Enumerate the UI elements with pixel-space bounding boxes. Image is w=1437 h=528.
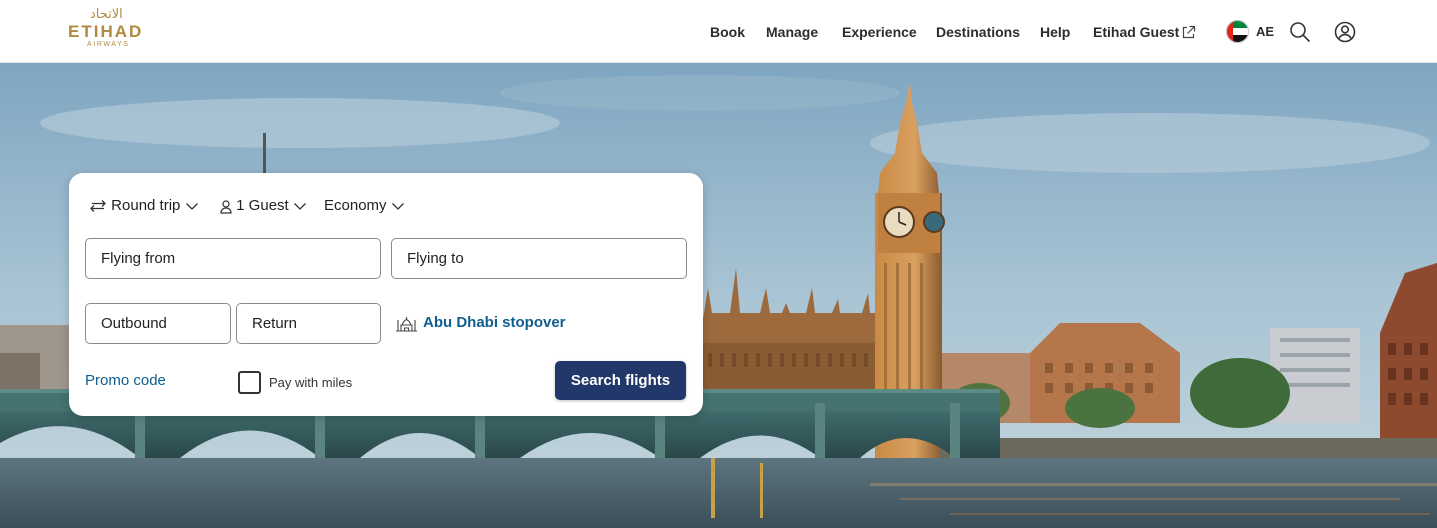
guests-dropdown[interactable]: 1 Guest bbox=[220, 195, 307, 217]
nav-experience[interactable]: Experience bbox=[842, 22, 917, 42]
flight-search-card: Round trip 1 Guest Economy Flying from F… bbox=[69, 173, 703, 416]
return-date-field[interactable]: Return bbox=[236, 303, 381, 344]
mosque-icon bbox=[396, 317, 417, 332]
cabin-class-dropdown[interactable]: Economy bbox=[324, 195, 405, 217]
nav-etihad-guest[interactable]: Etihad Guest bbox=[1093, 22, 1179, 42]
nav-help[interactable]: Help bbox=[1040, 22, 1070, 42]
cabin-class-label: Economy bbox=[324, 197, 387, 215]
pay-with-miles-label[interactable]: Pay with miles bbox=[269, 374, 352, 392]
stopover-label: Abu Dhabi stopover bbox=[423, 314, 566, 331]
pay-with-miles-checkbox[interactable] bbox=[238, 371, 261, 394]
logo-subtitle: AIRWAYS bbox=[87, 41, 130, 48]
nav-manage[interactable]: Manage bbox=[766, 22, 818, 42]
search-flights-button[interactable]: Search flights bbox=[555, 361, 686, 400]
chevron-down-icon bbox=[185, 203, 198, 210]
country-code[interactable]: AE bbox=[1256, 23, 1274, 41]
flying-to-field[interactable]: Flying to bbox=[391, 238, 687, 279]
chevron-down-icon bbox=[293, 203, 306, 210]
chevron-down-icon bbox=[391, 203, 404, 210]
flying-to-placeholder: Flying to bbox=[407, 250, 464, 267]
guests-label: 1 Guest bbox=[236, 197, 289, 215]
search-icon[interactable] bbox=[1288, 20, 1312, 44]
flag-border bbox=[1226, 20, 1249, 43]
flying-from-placeholder: Flying from bbox=[101, 250, 176, 267]
promo-code-link[interactable]: Promo code bbox=[85, 371, 166, 391]
nav-book[interactable]: Book bbox=[710, 22, 745, 42]
nav-destinations[interactable]: Destinations bbox=[936, 22, 1020, 42]
trip-type-dropdown[interactable]: Round trip bbox=[89, 195, 199, 217]
trip-type-label: Round trip bbox=[111, 197, 181, 215]
logo-wordmark: ETIHAD bbox=[68, 22, 144, 41]
site-header: الاتحاد ETIHAD AIRWAYS Book Manage Exper… bbox=[0, 0, 1437, 63]
person-icon bbox=[220, 199, 232, 214]
swap-arrows-icon bbox=[90, 200, 106, 212]
etihad-logo[interactable]: الاتحاد ETIHAD AIRWAYS bbox=[68, 8, 152, 50]
logo-arabic-text: الاتحاد bbox=[90, 7, 123, 22]
outbound-placeholder: Outbound bbox=[101, 315, 167, 332]
return-placeholder: Return bbox=[252, 315, 298, 332]
user-account-icon[interactable] bbox=[1333, 20, 1357, 44]
external-link-icon bbox=[1182, 25, 1196, 39]
outbound-date-field[interactable]: Outbound bbox=[85, 303, 231, 344]
flying-from-field[interactable]: Flying from bbox=[85, 238, 381, 279]
